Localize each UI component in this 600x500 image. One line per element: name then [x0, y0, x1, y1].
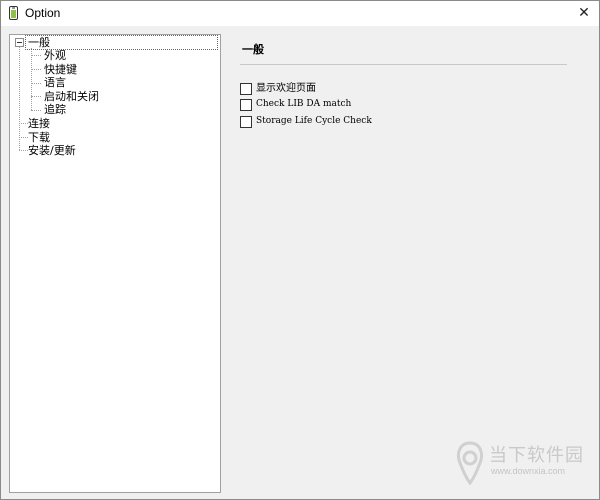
tree-connector	[31, 110, 41, 111]
collapse-toggle-icon[interactable]	[15, 38, 24, 47]
tree-item-label: 追踪	[44, 103, 66, 116]
watermark-url: www.downxia.com	[491, 466, 566, 476]
tree-connector	[31, 96, 41, 97]
option-label: 显示欢迎页面	[256, 83, 316, 94]
tree-item-label: 一般	[28, 36, 50, 49]
app-icon	[9, 6, 18, 20]
tree-item-appearance[interactable]: 外观	[42, 49, 68, 62]
panel-divider	[240, 64, 567, 65]
tree-connector	[31, 69, 41, 70]
tree-connector	[31, 48, 32, 110]
watermark-logo-icon	[456, 441, 484, 485]
tree-item-download[interactable]: 下载	[26, 131, 52, 144]
tree-connector	[31, 55, 41, 56]
tree-item-shortcuts[interactable]: 快捷键	[42, 63, 79, 76]
watermark-text: 当下软件园	[489, 445, 584, 466]
tree-item-label: 外观	[44, 49, 66, 62]
tree-item-label: 快捷键	[44, 63, 77, 76]
watermark: 当下软件园 www.downxia.com	[453, 441, 593, 485]
panel-title: 一般	[242, 43, 264, 56]
option-storage-life-cycle[interactable]: Storage Life Cycle Check	[240, 115, 372, 128]
tree-connector	[19, 47, 20, 150]
option-label: Storage Life Cycle Check	[256, 116, 372, 126]
option-show-welcome[interactable]: 显示欢迎页面	[240, 82, 316, 95]
tree-item-label: 连接	[28, 117, 50, 130]
show-welcome-checkbox[interactable]	[240, 82, 252, 95]
window-title: Option	[25, 6, 61, 20]
close-icon: ✕	[578, 5, 590, 21]
tree-item-install-update[interactable]: 安装/更新	[26, 144, 78, 157]
tree-item-tracking[interactable]: 追踪	[42, 103, 68, 116]
tree-item-label: 语言	[44, 76, 66, 89]
tree-item-connection[interactable]: 连接	[26, 117, 52, 130]
title-bar[interactable]: Option ✕	[1, 1, 599, 26]
tree-item-startup-shutdown[interactable]: 启动和关闭	[42, 90, 101, 103]
option-label: Check LIB DA match	[256, 99, 352, 109]
tree-item-label: 启动和关闭	[44, 90, 99, 103]
check-lib-da-checkbox[interactable]	[240, 98, 252, 111]
tree-connector	[31, 83, 41, 84]
options-tree[interactable]: 一般 外观 快捷键 语言 启动和关闭 追踪 连接 下载 安装/更新	[9, 34, 221, 493]
tree-item-language[interactable]: 语言	[42, 76, 68, 89]
tree-item-label: 下载	[28, 131, 50, 144]
close-button[interactable]: ✕	[571, 1, 597, 25]
tree-item-label: 安装/更新	[28, 144, 76, 157]
option-check-lib-da[interactable]: Check LIB DA match	[240, 98, 351, 111]
tree-item-general[interactable]: 一般	[25, 35, 218, 50]
option-dialog: Option ✕ 一般 外观 快捷键 语言 启动和关闭 追踪 连接 下载 安装/…	[0, 0, 600, 500]
storage-life-cycle-checkbox[interactable]	[240, 115, 252, 128]
